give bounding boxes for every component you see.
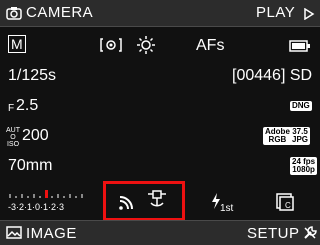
bottom-bar: IMAGE SETUP xyxy=(0,220,320,245)
video-format-badge[interactable]: 24 fps 1080p xyxy=(290,157,318,175)
aperture-prefix: F xyxy=(8,103,15,114)
image-icon xyxy=(6,226,22,244)
wrench-icon xyxy=(303,226,317,245)
row-aperture: F 2.5 DNG xyxy=(0,95,320,127)
flash-sync-label: 1st xyxy=(220,203,234,214)
row-mode: M AFs xyxy=(0,35,320,67)
exposure-scale-labels: -3·2·1·0·1·2·3 xyxy=(8,202,65,212)
setup-tab[interactable]: SETUP xyxy=(247,225,300,242)
video-res: 1080p xyxy=(292,165,315,174)
jpg-res-bottom: JPG xyxy=(292,135,309,144)
iso-value[interactable]: 200 xyxy=(22,127,49,145)
row-shutter: 1/125s [00446] SD xyxy=(0,65,320,97)
row-iso: AUTO ISO 200 Adobe RGB 37.5 JPG xyxy=(0,125,320,157)
shutter-speed[interactable]: 1/125s xyxy=(8,67,56,85)
focal-length: 70mm xyxy=(8,157,53,174)
image-tab[interactable]: IMAGE xyxy=(26,225,77,242)
aperture-value[interactable]: 2.5 xyxy=(16,97,38,115)
white-balance-sun-icon[interactable] xyxy=(136,35,156,60)
battery-icon xyxy=(289,39,311,57)
shot-counter: [00446] SD xyxy=(232,67,313,84)
camera-tab[interactable]: CAMERA xyxy=(26,4,93,21)
color-space-bottom: RGB xyxy=(268,135,287,144)
iso-prefix: AUTO ISO xyxy=(6,127,20,148)
exposure-mode-badge[interactable]: M xyxy=(8,35,26,54)
card-label: C xyxy=(285,201,291,210)
jpg-resolution-badge[interactable]: 37.5 JPG xyxy=(290,127,311,145)
color-space-badge[interactable]: Adobe RGB xyxy=(263,127,292,145)
camera-icon xyxy=(6,6,22,25)
metering-icon[interactable] xyxy=(100,37,122,58)
af-mode[interactable]: AFs xyxy=(196,37,224,55)
play-tab[interactable]: PLAY xyxy=(256,4,295,21)
play-icon xyxy=(303,7,315,25)
highlight-box xyxy=(103,181,185,221)
top-bar: CAMERA PLAY xyxy=(0,0,320,27)
file-format-badge[interactable]: DNG xyxy=(290,101,312,111)
mode-letter: M xyxy=(8,35,26,53)
